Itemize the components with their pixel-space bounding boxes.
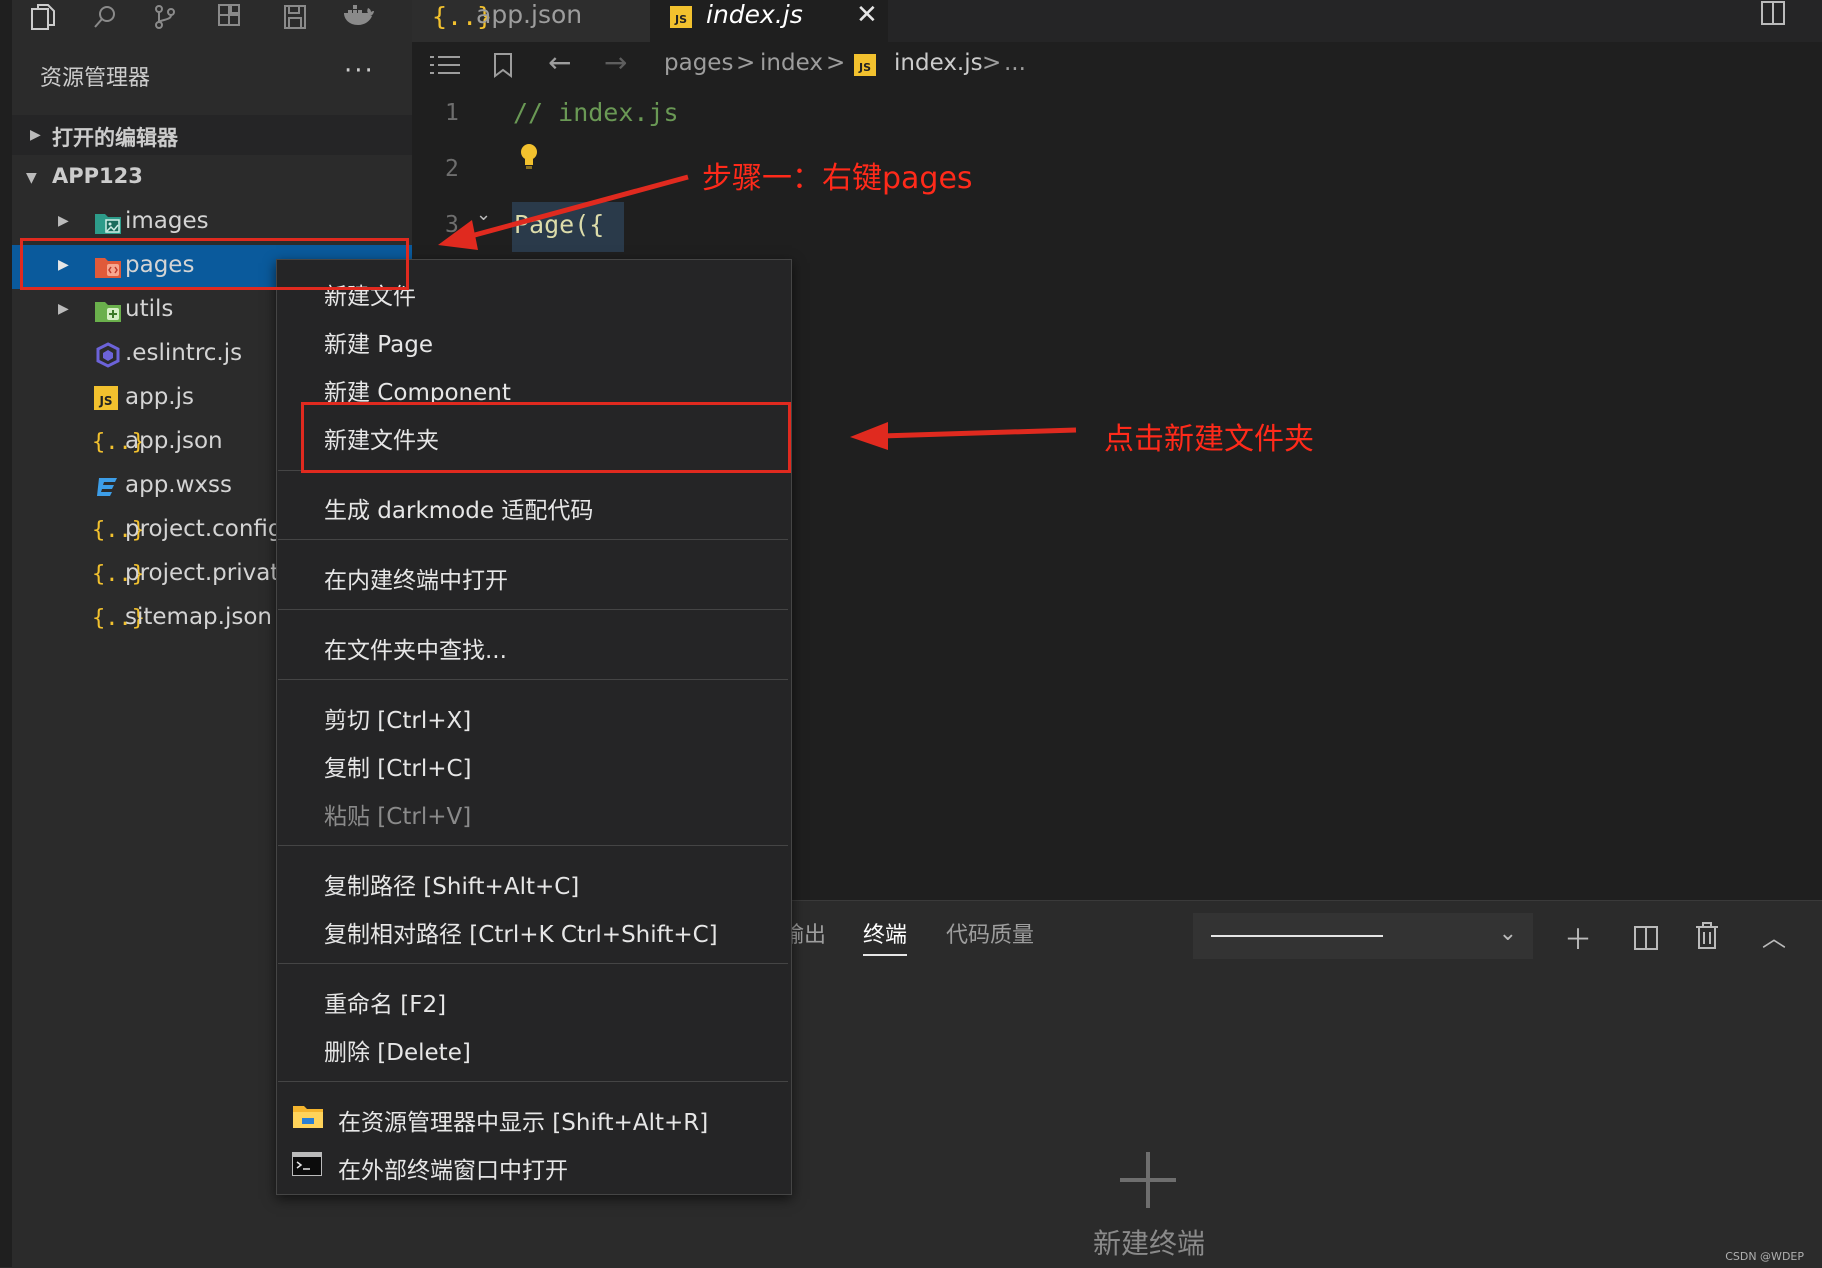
- split-editor-icon[interactable]: [1760, 0, 1786, 26]
- menu-item-open-terminal[interactable]: 在内建终端中打开: [324, 561, 508, 595]
- save-icon[interactable]: [278, 2, 312, 32]
- list-icon[interactable]: [430, 54, 460, 80]
- menu-separator: [278, 963, 788, 964]
- menu-separator: [278, 845, 788, 846]
- tree-item-label: app.wxss: [125, 472, 232, 498]
- annotation-arrow-step2: [850, 422, 1077, 450]
- files-icon[interactable]: [26, 2, 60, 32]
- code-line-comment[interactable]: // index.js: [513, 98, 679, 127]
- js-file-icon: JS: [94, 386, 118, 410]
- chevron-right-icon: ▶: [30, 127, 41, 143]
- annotation-step2: 点击新建文件夹: [1104, 422, 1314, 457]
- terminal-select[interactable]: ⌄: [1193, 913, 1533, 959]
- js-file-icon: JS: [854, 54, 876, 76]
- chevron-right-icon: >: [736, 50, 756, 76]
- new-terminal-label[interactable]: 新建终端: [1093, 1222, 1205, 1262]
- menu-item-open-external-terminal[interactable]: 在外部终端窗口中打开: [338, 1151, 568, 1185]
- highlight-box-pages: [20, 238, 409, 290]
- chevron-right-icon: >: [982, 50, 1002, 76]
- menu-item-darkmode[interactable]: 生成 darkmode 适配代码: [324, 491, 593, 525]
- tree-item-label: sitemap.json: [125, 604, 272, 630]
- json-braces-icon: {..}: [92, 518, 145, 543]
- activity-bar: [12, 0, 412, 40]
- terminal-window-icon: [291, 1151, 323, 1180]
- source-control-icon[interactable]: [148, 2, 182, 32]
- json-braces-icon: {..}: [92, 430, 145, 455]
- line-number: 1: [445, 100, 459, 126]
- menu-item-rename[interactable]: 重命名 [F2]: [324, 985, 446, 1019]
- docker-icon[interactable]: [342, 2, 376, 32]
- menu-separator: [278, 539, 788, 540]
- forward-arrow-icon[interactable]: →: [604, 46, 627, 79]
- eslint-icon: [96, 342, 120, 368]
- plus-icon[interactable]: [1118, 1150, 1178, 1214]
- watermark: CSDN @WDEP: [1725, 1250, 1804, 1263]
- breadcrumb-index[interactable]: index: [760, 50, 823, 76]
- utils-folder-icon: [95, 302, 121, 322]
- project-section[interactable]: ▼ APP123: [12, 160, 412, 198]
- split-terminal-icon[interactable]: [1633, 925, 1659, 955]
- breadcrumb-file[interactable]: index.js: [894, 50, 983, 76]
- json-braces-icon: {..}: [92, 606, 145, 631]
- images-folder-icon: [95, 214, 121, 234]
- breadcrumb-more[interactable]: ...: [1004, 50, 1026, 76]
- menu-item-delete[interactable]: 删除 [Delete]: [324, 1033, 471, 1067]
- tree-item-label: images: [125, 208, 209, 234]
- more-actions-icon[interactable]: ···: [344, 56, 375, 86]
- back-arrow-icon[interactable]: ←: [548, 46, 571, 79]
- chevron-down-icon: ⌄: [1498, 921, 1517, 946]
- js-file-icon: JS: [670, 6, 692, 28]
- window-edge: [0, 0, 12, 1267]
- tree-item-label: project.private: [125, 560, 294, 586]
- tab-label: app.json: [476, 0, 583, 29]
- chevron-down-icon: ▼: [26, 170, 37, 186]
- menu-item-paste: 粘贴 [Ctrl+V]: [324, 804, 472, 830]
- extensions-icon[interactable]: [212, 2, 246, 32]
- tree-item-label: project.config.: [125, 516, 290, 542]
- menu-item-reveal-in-explorer[interactable]: 在资源管理器中显示 [Shift+Alt+R]: [338, 1103, 708, 1137]
- tree-item-label: utils: [125, 296, 174, 322]
- tab-label: index.js: [706, 0, 803, 29]
- tab-app-json[interactable]: {..} app.json: [412, 0, 650, 42]
- menu-item-new-page[interactable]: 新建 Page: [324, 325, 433, 359]
- tab-code-quality[interactable]: 代码质量: [946, 917, 1034, 949]
- explorer-folder-icon: [292, 1102, 324, 1134]
- tree-item-label: app.json: [125, 428, 223, 454]
- project-name: APP123: [52, 164, 143, 188]
- tree-item-label: .eslintrc.js: [125, 340, 243, 366]
- search-icon[interactable]: [88, 2, 122, 32]
- menu-separator: [278, 609, 788, 610]
- close-icon[interactable]: ✕: [856, 0, 878, 30]
- menu-item-cut[interactable]: 剪切 [Ctrl+X]: [324, 701, 471, 735]
- menu-separator: [278, 679, 788, 680]
- active-tab-underline: [863, 954, 907, 956]
- breadcrumb: ← → pages > index > JS index.js > ...: [412, 42, 1822, 90]
- menu-item-find-in-folder[interactable]: 在文件夹中查找...: [324, 631, 507, 665]
- breadcrumb-pages[interactable]: pages: [664, 50, 733, 76]
- add-terminal-icon[interactable]: ＋: [1564, 918, 1592, 958]
- tab-bar: {..} app.json JS index.js ✕: [412, 0, 1822, 42]
- annotation-arrow-step1: [438, 174, 689, 250]
- menu-item-copy-path[interactable]: 复制路径 [Shift+Alt+C]: [324, 867, 579, 901]
- menu-item-copy-relative-path[interactable]: 复制相对路径 [Ctrl+K Ctrl+Shift+C]: [324, 915, 718, 949]
- annotation-step1: 步骤一：右键pages: [702, 161, 973, 196]
- open-editors-section[interactable]: ▶ 打开的编辑器: [12, 115, 412, 155]
- chevron-right-icon: ▶: [58, 301, 69, 317]
- chevron-up-icon[interactable]: ︿: [1762, 918, 1786, 953]
- open-editors-label: 打开的编辑器: [52, 126, 178, 150]
- menu-separator: [278, 1081, 788, 1082]
- menu-item-copy[interactable]: 复制 [Ctrl+C]: [324, 749, 472, 783]
- tab-terminal[interactable]: 终端: [863, 917, 907, 949]
- chevron-right-icon: >: [826, 50, 846, 76]
- trash-icon[interactable]: [1695, 922, 1719, 954]
- bookmark-icon[interactable]: [492, 52, 514, 82]
- highlight-box-new-folder: [301, 402, 791, 473]
- tab-index-js[interactable]: JS index.js ✕: [650, 0, 888, 42]
- css-file-icon: [97, 478, 117, 496]
- explorer-title: 资源管理器: [40, 66, 151, 91]
- json-braces-icon: {..}: [92, 562, 145, 587]
- tree-item-label: app.js: [125, 384, 194, 410]
- chevron-right-icon: ▶: [58, 213, 69, 229]
